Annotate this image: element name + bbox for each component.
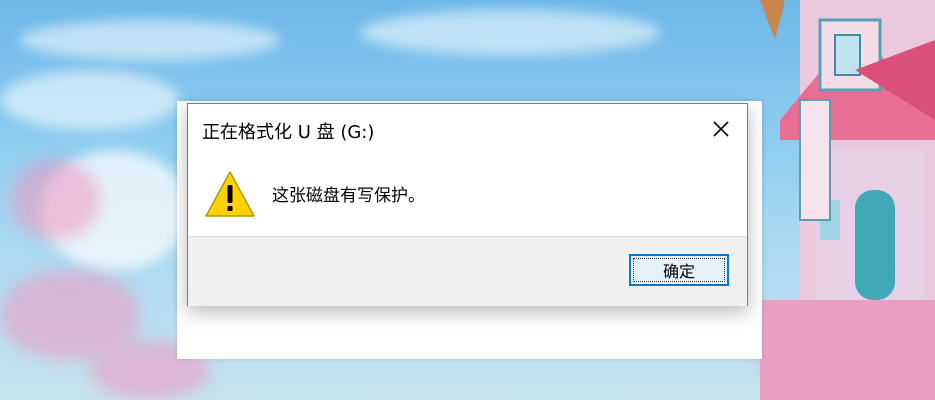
ok-button[interactable]: 确定 [629, 254, 729, 286]
dialog-content: 这张磁盘有写保护。 [188, 154, 747, 236]
focus-rectangle [633, 258, 725, 282]
dialog-title-bar[interactable]: 正在格式化 U 盘 (G:) [188, 104, 747, 154]
dialog-footer: 确定 [188, 236, 747, 306]
close-button[interactable] [701, 112, 741, 146]
format-warning-dialog: 正在格式化 U 盘 (G:) 这张磁盘有写保护。 确定 [187, 103, 748, 306]
dialog-title: 正在格式化 U 盘 (G:) [202, 122, 375, 143]
warning-icon [205, 171, 255, 217]
dialog-message: 这张磁盘有写保护。 [272, 186, 425, 206]
close-icon [713, 121, 729, 137]
castle-illustration [760, 0, 935, 400]
